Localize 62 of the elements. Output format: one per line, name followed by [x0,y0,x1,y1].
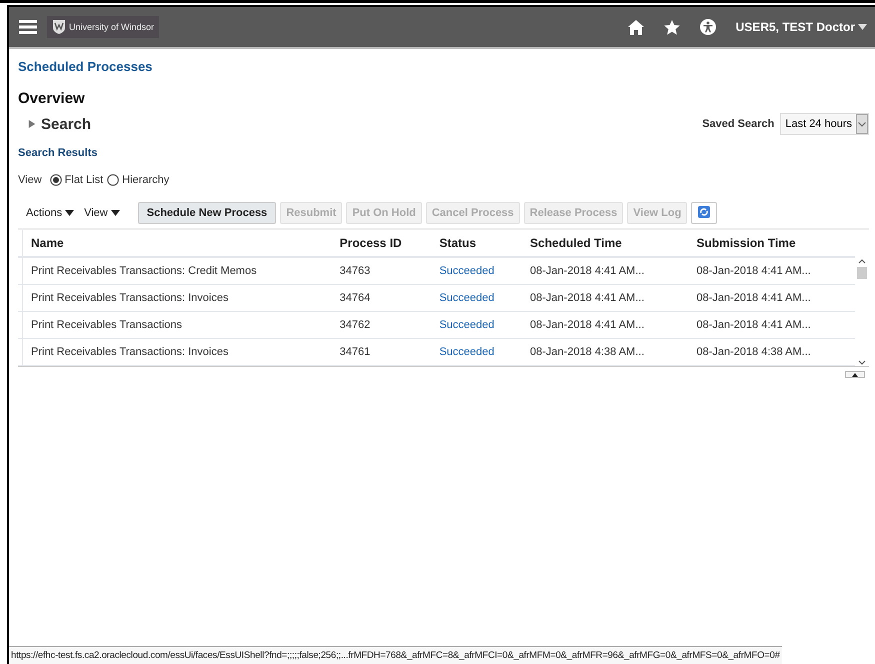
logo-text: University of Windsor [69,22,154,32]
chevron-down-icon[interactable] [858,360,866,366]
select-value: Last 24 hours [784,118,853,130]
table-cell: Print Receivables Transactions [22,312,332,338]
table-cell: 08-Jan-2018 4:41 AM... [688,284,855,312]
chevron-up-icon[interactable] [858,258,866,264]
caret-icon [858,24,867,30]
status-link[interactable]: Succeeded [431,284,522,312]
toolbar-button[interactable]: Schedule New Process [138,202,276,224]
search-toggle[interactable]: Search [16,116,92,132]
status-link[interactable]: Succeeded [431,338,522,366]
table-cell: 34764 [332,284,432,312]
accessibility-icon[interactable] [700,19,716,35]
table-cell: 34762 [332,312,432,338]
refresh-icon [697,204,712,218]
scrollbar-thumb[interactable] [857,267,867,279]
column-header[interactable]: Status [431,230,522,257]
page-link[interactable]: Scheduled Processes [18,59,152,74]
triangle-up-icon [852,372,858,376]
table-cell: Print Receivables Transactions: Invoices [22,284,332,312]
column-header[interactable]: Name [22,230,332,257]
table-cell: 08-Jan-2018 4:41 AM... [522,284,688,312]
user-menu[interactable]: USER5, TEST Doctor [736,20,867,34]
column-header[interactable]: Submission Time [688,230,855,257]
table-cell: 08-Jan-2018 4:38 AM... [522,338,688,366]
menu-button[interactable]: Actions [26,207,80,219]
chevron-down-icon [858,122,866,126]
expand-icon [28,119,36,129]
refresh-button[interactable] [691,202,718,224]
table-cell: 34763 [332,257,432,284]
radio-option[interactable]: Flat List [50,174,104,186]
radio-button[interactable] [50,174,62,186]
logo[interactable]: University of Windsor [47,16,160,38]
column-header[interactable]: Process ID [332,230,432,257]
dropdown-button[interactable] [856,114,868,134]
table-cell: Print Receivables Transactions: Credit Memos [22,257,332,284]
status-link[interactable]: Succeeded [431,312,522,338]
caret-icon [110,210,120,216]
view-label: View [18,174,42,186]
shield-icon [52,19,66,35]
section-title: Search Results [18,147,98,159]
table-cell: 08-Jan-2018 4:41 AM... [688,257,855,284]
table-cell: Print Receivables Transactions: Invoices [22,338,332,366]
radio-button[interactable] [107,174,120,186]
star-icon[interactable] [664,20,680,34]
home-icon[interactable] [628,20,644,34]
status-link[interactable]: Succeeded [431,257,522,284]
collapse-button[interactable] [845,371,865,378]
column-header[interactable]: Scheduled Time [522,230,688,257]
table-cell: 08-Jan-2018 4:41 AM... [522,257,688,284]
page-title: Overview [18,90,86,107]
status-bar: https://efhc-test.fs.ca2.oraclecloud.com/essUi/faces/EssUIShell?fnd=;;;;;false;256;;...frMFDH=768&_afrMFC=8&_afrMFCI=0&_afrMFM=0&_afrMFR=96&_afrMFG=0&_afrMFS=0&_afrMFO=0# [9,646,782,664]
saved-search-select[interactable]: Last 24 hours [780,113,869,135]
table-cell: 08-Jan-2018 4:38 AM... [688,338,855,366]
table-cell: 08-Jan-2018 4:41 AM... [522,312,688,338]
table-cell: 08-Jan-2018 4:41 AM... [688,312,855,338]
caret-icon [65,210,74,216]
menu-icon[interactable] [19,20,37,34]
saved-search-label: Saved Search [702,118,774,130]
menu-button[interactable]: View [84,207,126,219]
table-cell: 34761 [332,338,432,366]
radio-option[interactable]: Hierarchy [107,174,170,186]
